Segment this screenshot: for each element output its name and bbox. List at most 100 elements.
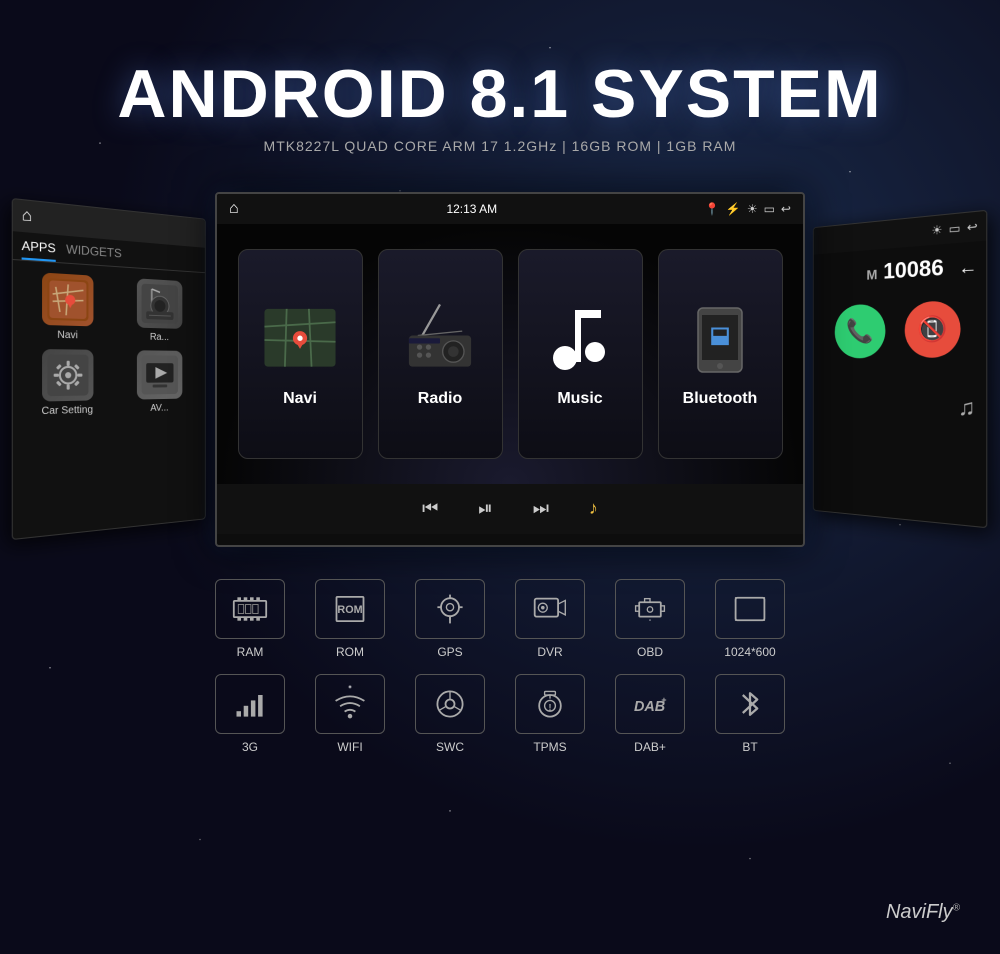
app-radio[interactable]: Ra... [119, 277, 198, 343]
svg-text:!: ! [549, 702, 552, 712]
svg-text:ROM: ROM [337, 604, 362, 616]
feature-swc: SWC [410, 674, 490, 754]
answer-button[interactable]: 📞 [835, 303, 886, 358]
svg-text:⬓: ⬓ [710, 322, 731, 347]
swc-label: SWC [436, 740, 464, 754]
right-battery-icon: ▭ [949, 221, 961, 237]
feature-bt: BT [710, 674, 790, 754]
status-time: 12:13 AM [446, 202, 497, 216]
home-icon-center: ⌂ [229, 200, 239, 218]
3g-label: 3G [242, 740, 258, 754]
music-note-icon: ♪ [589, 498, 598, 519]
screens-container: ⌂ APPS WIDGETS [0, 184, 1000, 554]
wifi-label: WIFI [337, 740, 362, 754]
music-card-label: Music [557, 390, 602, 408]
feature-resolution: 1024*600 [710, 579, 790, 659]
location-icon: 📍 [705, 202, 720, 216]
home-icon: ⌂ [22, 206, 32, 226]
feature-box-swc [415, 674, 485, 734]
radio-label: Ra... [150, 332, 169, 343]
navi-card-label: Navi [283, 390, 317, 408]
svg-text:DAB: DAB [634, 699, 665, 715]
navi-card-icon [260, 300, 340, 380]
dab-label: DAB+ [634, 740, 666, 754]
answer-icon: 📞 [846, 317, 874, 346]
carsetting-app-icon [42, 349, 93, 401]
radio-card-label: Radio [418, 390, 462, 408]
status-right: 📍 ⚡ ☀ ▭ ↩ [705, 202, 791, 216]
av-app-icon [136, 350, 181, 399]
feature-box-ram [215, 579, 285, 639]
brand-trademark: ® [953, 902, 960, 913]
features-section: RAM ROM ROM [0, 579, 1000, 754]
right-music-note: ♫ [814, 373, 987, 422]
main-title: ANDROID 8.1 SYSTEM [0, 60, 1000, 128]
bluetooth-card[interactable]: ⬓ Bluetooth [658, 249, 783, 459]
features-row-1: RAM ROM ROM [210, 579, 790, 659]
av-label: AV... [150, 403, 168, 414]
radio-app-icon [136, 278, 181, 329]
music-card[interactable]: Music [518, 249, 643, 459]
radio-card-icon [400, 300, 480, 380]
right-brightness-icon: ☀ [931, 222, 942, 237]
feature-box-bt [715, 674, 785, 734]
feature-box-dvr [515, 579, 585, 639]
feature-dvr: DVR [510, 579, 590, 659]
app-navi[interactable]: Navi [22, 271, 112, 342]
navi-card[interactable]: Navi [238, 249, 363, 459]
feature-obd: OBD [610, 579, 690, 659]
carsetting-label: Car Setting [42, 405, 93, 418]
feature-gps: GPS [410, 579, 490, 659]
feature-rom: ROM ROM [310, 579, 390, 659]
center-screen: ⌂ 12:13 AM 📍 ⚡ ☀ ▭ ↩ [215, 192, 805, 547]
feature-box-gps [415, 579, 485, 639]
playpause-button[interactable]: ⏯ [478, 498, 492, 519]
feature-box-wifi [315, 674, 385, 734]
feature-tpms: ! TPMS [510, 674, 590, 754]
tpms-label: TPMS [533, 740, 566, 754]
navi-label: Navi [57, 330, 78, 342]
brand: NaviFly® [886, 901, 960, 924]
tab-apps[interactable]: APPS [22, 238, 56, 262]
header: ANDROID 8.1 SYSTEM MTK8227L QUAD CORE AR… [0, 0, 1000, 154]
feature-box-3g [215, 674, 285, 734]
obd-label: OBD [637, 645, 663, 659]
left-screen: ⌂ APPS WIDGETS [12, 198, 206, 540]
brand-name: NaviFly® [886, 901, 960, 923]
feature-dab: DAB + DAB+ [610, 674, 690, 754]
dvr-label: DVR [537, 645, 562, 659]
app-av[interactable]: AV... [119, 350, 198, 415]
right-back-icon: ↩ [967, 219, 978, 235]
battery-icon: ▭ [764, 202, 775, 216]
brightness-icon: ☀ [747, 202, 758, 216]
ram-label: RAM [237, 645, 264, 659]
feature-box-rom: ROM [315, 579, 385, 639]
back-icon: ↩ [781, 202, 791, 216]
feature-box-resolution [715, 579, 785, 639]
feature-wifi: WIFI [310, 674, 390, 754]
decline-button[interactable]: 📵 [905, 300, 961, 358]
status-left: ⌂ [229, 200, 239, 218]
app-carsetting[interactable]: Car Setting [22, 349, 112, 418]
center-statusbar: ⌂ 12:13 AM 📍 ⚡ ☀ ▭ ↩ [217, 194, 803, 224]
feature-box-obd [615, 579, 685, 639]
specs-text: MTK8227L QUAD CORE ARM 17 1.2GHz | 16GB … [0, 138, 1000, 154]
bt-label: BT [742, 740, 757, 754]
next-button[interactable]: ⏭ [533, 498, 549, 519]
navi-app-icon [42, 272, 93, 326]
gps-label: GPS [437, 645, 462, 659]
prev-button[interactable]: ⏮ [422, 498, 438, 519]
resolution-label: 1024*600 [724, 645, 775, 659]
music-card-icon [540, 300, 620, 380]
decline-icon: 📵 [917, 314, 947, 345]
svg-text:+: + [661, 695, 666, 705]
feature-3g: 3G [210, 674, 290, 754]
radio-card[interactable]: Radio [378, 249, 503, 459]
tab-widgets[interactable]: WIDGETS [66, 242, 122, 266]
feature-ram: RAM [210, 579, 290, 659]
center-bottombar: ⏮ ⏯ ⏭ ♪ [217, 484, 803, 534]
call-buttons: 📞 📵 [814, 283, 987, 373]
features-row-2: 3G WIFI [210, 674, 790, 754]
apps-grid: Navi Ra... [13, 260, 205, 429]
rom-label: ROM [336, 645, 364, 659]
